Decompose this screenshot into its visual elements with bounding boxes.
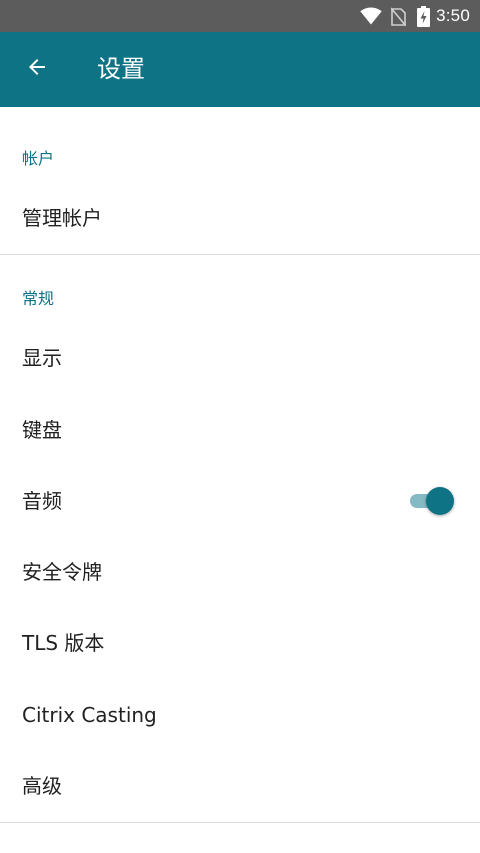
pref-label: 安全令牌 <box>22 560 102 584</box>
arrow-left-icon <box>25 55 49 83</box>
status-icons: 3:50 <box>360 0 470 32</box>
pref-label: 管理帐户 <box>22 206 102 230</box>
advanced-item[interactable]: 高级 <box>0 750 480 822</box>
category-header-account: 帐户 <box>22 149 55 168</box>
status-bar: 3:50 <box>0 0 480 32</box>
category-header-general: 常规 <box>22 289 55 308</box>
manage-accounts-item[interactable]: 管理帐户 <box>0 182 480 254</box>
status-time: 3:50 <box>436 6 470 25</box>
pref-label: 键盘 <box>22 418 62 442</box>
pref-label: 音频 <box>22 489 62 513</box>
wifi-icon <box>360 7 382 25</box>
pref-label: 高级 <box>22 774 62 798</box>
no-sim-icon <box>391 6 407 26</box>
security-token-item[interactable]: 安全令牌 <box>0 536 480 608</box>
pref-label: 显示 <box>22 346 62 370</box>
keyboard-item[interactable]: 键盘 <box>0 394 480 466</box>
page-title: 设置 <box>97 55 145 83</box>
section-divider <box>0 822 480 823</box>
section-divider <box>0 254 480 255</box>
back-button[interactable] <box>14 46 60 92</box>
audio-item[interactable]: 音频 <box>0 465 480 537</box>
pref-label: TLS 版本 <box>22 631 105 655</box>
display-item[interactable]: 显示 <box>0 322 480 394</box>
toggle-thumb <box>426 487 454 515</box>
audio-toggle[interactable] <box>406 487 454 515</box>
citrix-casting-item[interactable]: Citrix Casting <box>0 679 480 751</box>
app-bar: 设置 <box>0 32 480 107</box>
battery-charging-icon <box>417 5 431 27</box>
tls-version-item[interactable]: TLS 版本 <box>0 607 480 679</box>
pref-label: Citrix Casting <box>22 703 157 727</box>
